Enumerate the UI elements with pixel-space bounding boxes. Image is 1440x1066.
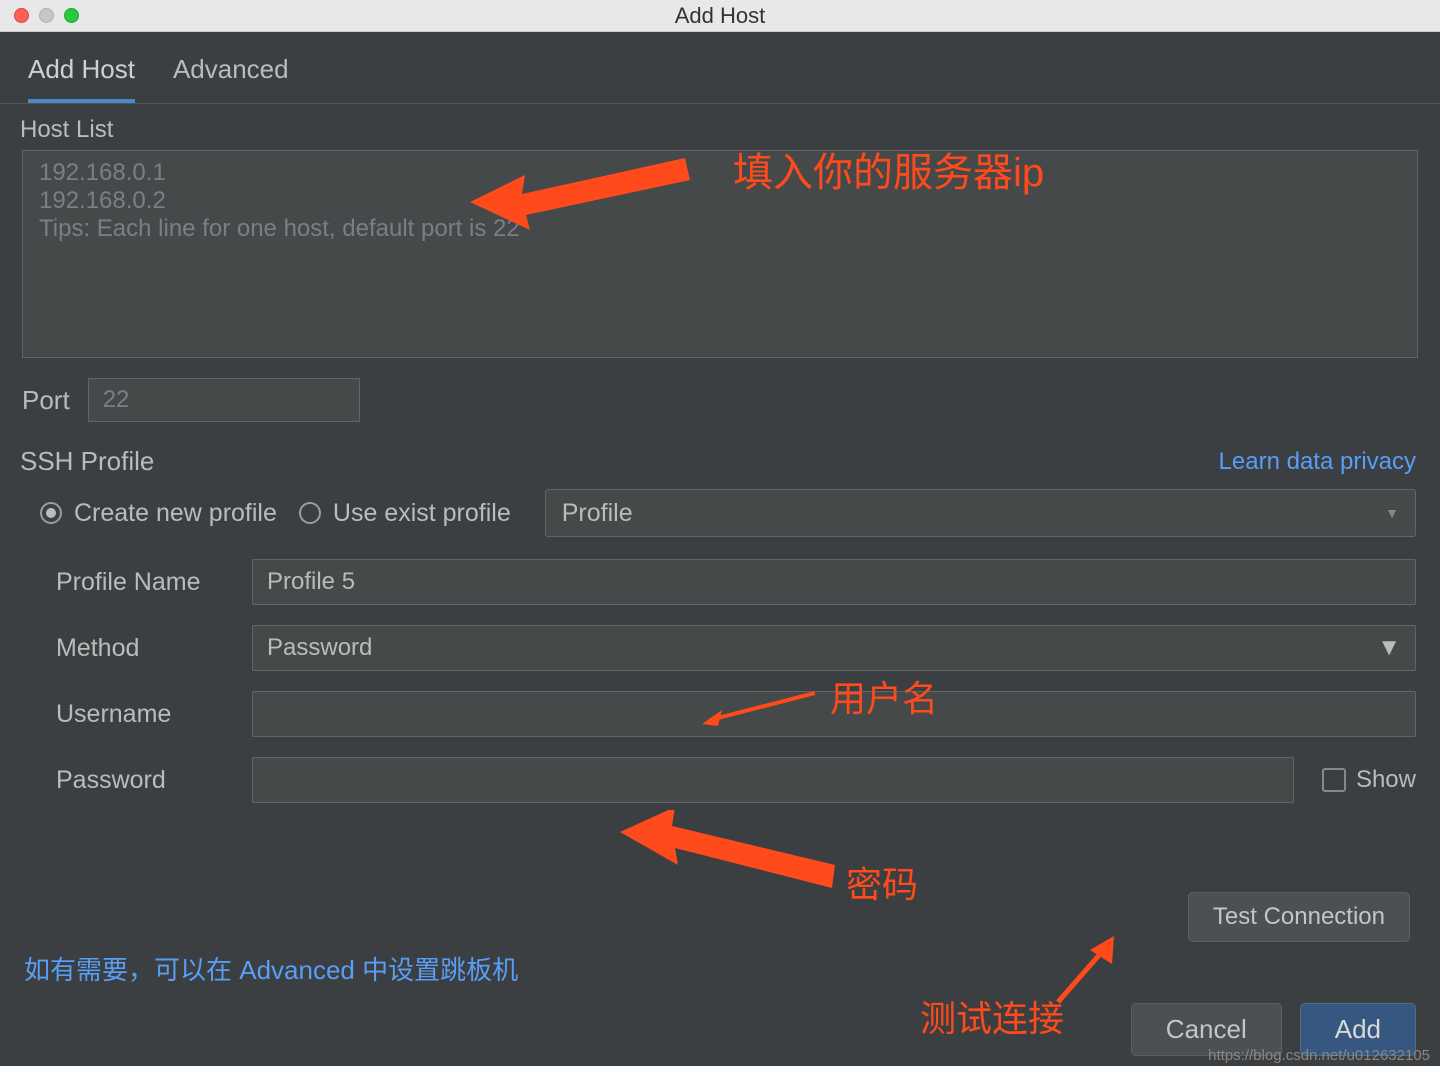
chevron-down-icon: ▼ bbox=[1377, 634, 1401, 662]
window-title: Add Host bbox=[0, 3, 1440, 29]
radio-icon bbox=[299, 502, 321, 524]
show-password-toggle[interactable]: Show bbox=[1304, 766, 1416, 794]
username-label: Username bbox=[56, 700, 242, 729]
arrow-icon bbox=[1050, 930, 1130, 1010]
password-label: Password bbox=[56, 766, 242, 795]
annotation-test: 测试连接 bbox=[920, 990, 1064, 1042]
port-label: Port bbox=[22, 385, 70, 416]
titlebar: Add Host bbox=[0, 0, 1440, 32]
radio-icon bbox=[40, 502, 62, 524]
profile-select[interactable]: Profile ▼ bbox=[545, 489, 1416, 537]
checkbox-icon bbox=[1322, 768, 1346, 792]
method-value: Password bbox=[267, 634, 372, 662]
method-label: Method bbox=[56, 634, 242, 663]
chevron-down-icon: ▼ bbox=[1385, 505, 1399, 521]
annotation-password: 密码 bbox=[846, 856, 918, 908]
profile-select-value: Profile bbox=[562, 499, 633, 528]
password-input[interactable] bbox=[252, 757, 1294, 803]
radio-create-label: Create new profile bbox=[74, 499, 277, 528]
watermark: https://blog.csdn.net/u012632105 bbox=[1208, 1047, 1430, 1064]
tab-advanced[interactable]: Advanced bbox=[173, 54, 289, 103]
footer-note: 如有需要，可以在 Advanced 中设置跳板机 bbox=[24, 950, 518, 987]
profile-name-input[interactable]: Profile 5 bbox=[252, 559, 1416, 605]
hostlist-label: Host List bbox=[0, 104, 1440, 150]
radio-create-profile[interactable]: Create new profile bbox=[40, 499, 277, 528]
port-input[interactable]: 22 bbox=[88, 378, 360, 422]
hostlist-textarea[interactable]: 192.168.0.1 192.168.0.2 Tips: Each line … bbox=[22, 150, 1418, 358]
test-connection-button[interactable]: Test Connection bbox=[1188, 892, 1410, 942]
show-label: Show bbox=[1356, 766, 1416, 794]
arrow-icon bbox=[620, 810, 850, 900]
radio-exist-profile[interactable]: Use exist profile bbox=[299, 499, 511, 528]
privacy-link[interactable]: Learn data privacy bbox=[1219, 448, 1416, 476]
ssh-profile-label: SSH Profile bbox=[20, 446, 154, 477]
tab-bar: Add Host Advanced bbox=[0, 32, 1440, 104]
profile-name-label: Profile Name bbox=[56, 568, 242, 597]
method-select[interactable]: Password ▼ bbox=[252, 625, 1416, 671]
tab-add-host[interactable]: Add Host bbox=[28, 54, 135, 103]
username-input[interactable] bbox=[252, 691, 1416, 737]
radio-exist-label: Use exist profile bbox=[333, 499, 511, 528]
